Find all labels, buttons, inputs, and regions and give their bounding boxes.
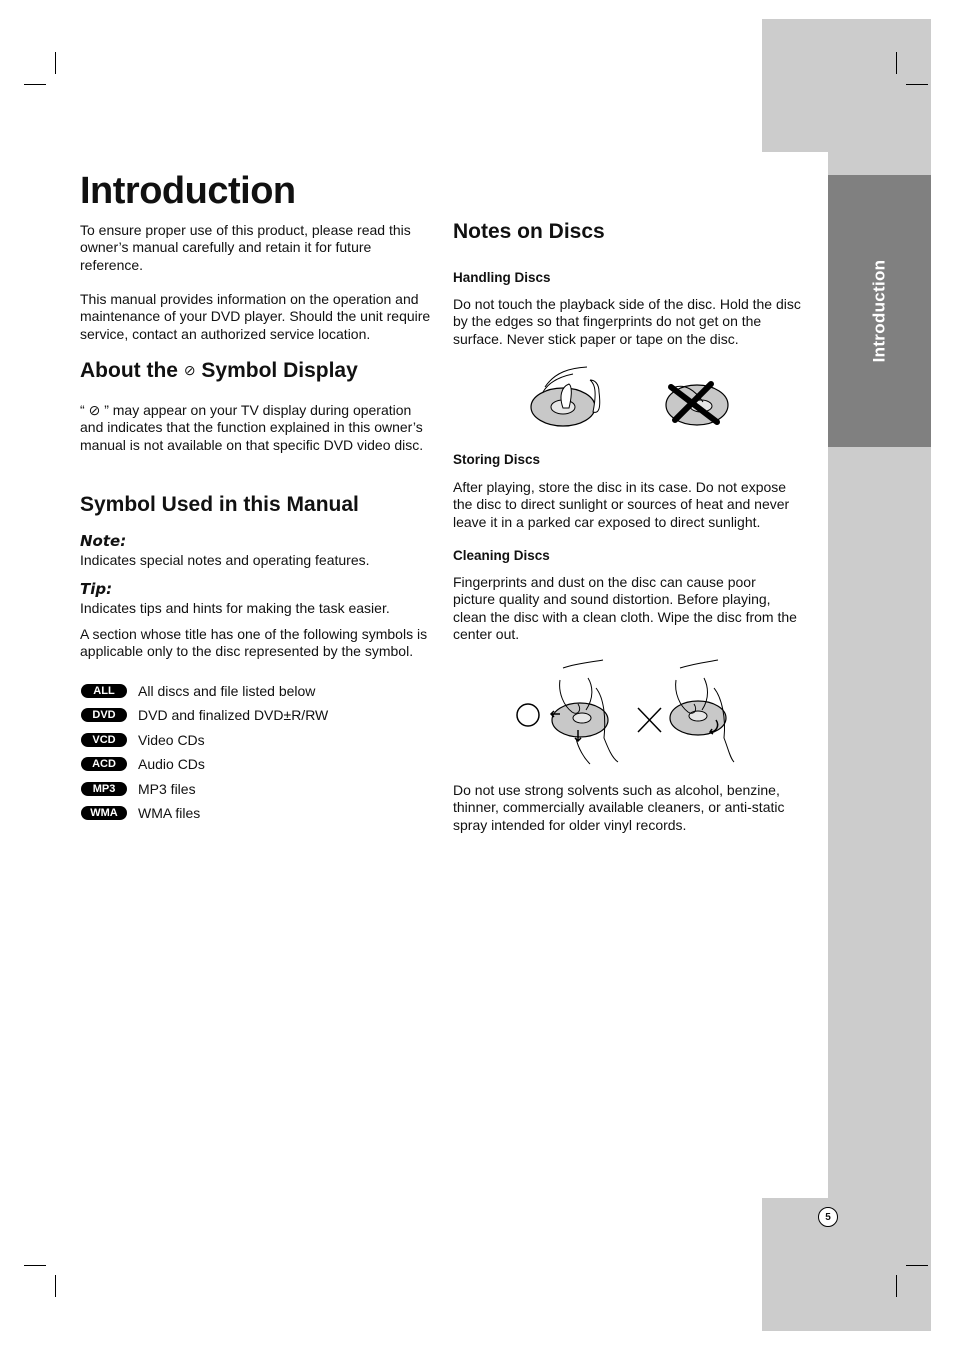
section-tab-label: Introduction [828,175,931,447]
incorrect-cleaning-disc-icon [669,659,735,763]
crop-mark [24,1265,46,1266]
disc-badge: VCD [81,732,127,747]
crop-mark [55,52,56,74]
about-heading-text: Symbol Display [201,359,358,382]
disc-badge-row: ACD Audio CDs [81,755,205,773]
disc-badge-row: ALL All discs and file listed below [81,682,315,700]
symbols-heading: Symbol Used in this Manual [80,493,359,516]
storing-text: After playing, store the disc in its cas… [453,479,790,530]
section-symbol-text: A section whose title has one of the fol… [80,626,428,660]
correct-cleaning-disc-icon [549,659,619,765]
tip-label: Tip: [80,580,113,598]
crop-mark [906,1265,928,1266]
incorrect-x-icon [637,707,662,733]
tip-text: Indicates tips and hints for making the … [80,600,390,616]
disc-badge-row: DVD DVD and finalized DVD±R/RW [81,706,328,724]
disc-badge-label: Video CDs [138,731,205,748]
cleaning-text: Fingerprints and dust on the disc can ca… [453,574,797,642]
disc-badge: WMA [81,806,127,820]
note-text: Indicates special notes and operating fe… [80,552,370,568]
cleaning-illustration [516,659,735,765]
prohibited-symbol-icon: ⊘ [183,362,196,378]
crop-mark [896,52,897,74]
crop-mark [896,1275,897,1297]
crop-mark [24,84,46,85]
prohibited-symbol-icon: ⊘ [88,402,101,418]
crop-mark [906,84,928,85]
disc-badge: MP3 [81,781,127,796]
handling-heading: Handling Discs [453,270,551,285]
storing-heading: Storing Discs [453,452,541,467]
intro-paragraph-2: This manual provides information on the … [80,291,431,342]
page-title: Introduction [80,170,296,212]
handling-text: Do not touch the playback side of the di… [453,296,801,347]
disc-badge-row: MP3 MP3 files [81,780,196,798]
crop-mark [55,1275,56,1297]
solvents-text: Do not use strong solvents such as alcoh… [453,782,785,833]
handling-illustration [530,366,729,427]
disc-badge: DVD [81,708,127,723]
disc-badge-row: WMA WMA files [81,804,200,822]
correct-circle-icon [516,703,540,727]
disc-badge-label: WMA files [138,805,201,821]
notes-on-discs-heading: Notes on Discs [453,220,605,243]
cleaning-heading: Cleaning Discs [453,548,550,563]
disc-badge-label: All discs and file listed below [138,683,316,699]
disc-badge: ACD [81,757,127,772]
disc-badge-label: DVD and finalized DVD±R/RW [138,707,329,724]
correct-handling-disc-icon [530,366,601,427]
incorrect-handling-disc-icon [665,381,729,426]
disc-badge: ALL [81,684,127,698]
about-heading-text: About the [80,359,178,382]
sidebar-top-block [762,19,931,152]
disc-badge-label: MP3 files [138,780,196,797]
note-label: Note: [80,532,127,550]
page-number: 5 [818,1207,838,1227]
disc-badge-row: VCD Video CDs [81,731,205,749]
about-symbol-heading: About the ⊘ Symbol Display [80,359,435,383]
disc-badge-label: Audio CDs [138,756,205,773]
about-body-text: ” may appear on your TV display during o… [80,402,424,453]
intro-paragraph-1: To ensure proper use of this product, pl… [80,222,411,273]
quote-open: “ [80,402,85,418]
about-symbol-body: “ ⊘ ” may appear on your TV display duri… [80,402,435,454]
section-tab-text: Introduction [869,259,889,363]
